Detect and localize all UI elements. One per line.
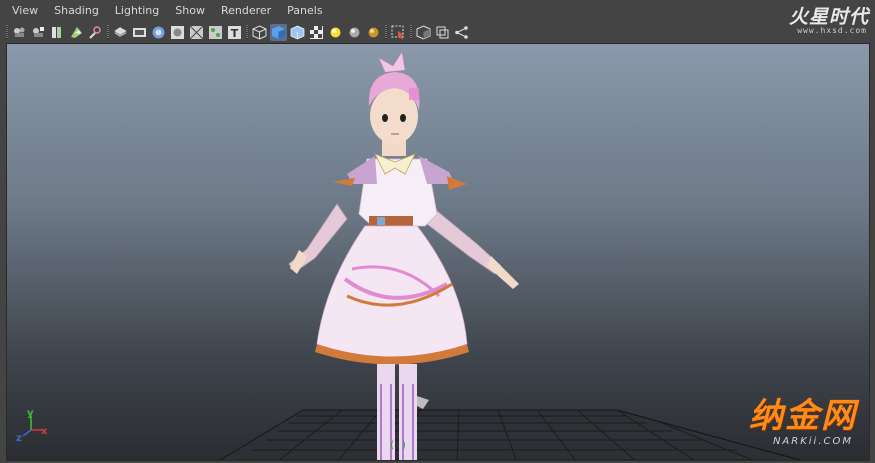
wireframe-icon[interactable] bbox=[251, 24, 268, 41]
toolbar-separator bbox=[244, 24, 250, 40]
ambient-occlusion-icon[interactable] bbox=[365, 24, 382, 41]
menu-show[interactable]: Show bbox=[167, 0, 213, 22]
logo-url: www.hxsd.com bbox=[797, 26, 867, 35]
film-gate-icon[interactable] bbox=[131, 24, 148, 41]
site-logo: 火星时代 www.hxsd.com bbox=[749, 2, 869, 38]
panel-toolbar: T bbox=[0, 22, 875, 42]
textured-icon[interactable] bbox=[308, 24, 325, 41]
watermark-text: 纳金网 bbox=[749, 396, 857, 436]
axis-label-x: x bbox=[41, 426, 48, 437]
hud-text: ( ) bbox=[389, 440, 408, 451]
svg-text:T: T bbox=[231, 27, 239, 40]
panel-menubar: View Shading Lighting Show Renderer Pane… bbox=[0, 0, 875, 22]
image-plane-icon[interactable] bbox=[68, 24, 85, 41]
menu-panels[interactable]: Panels bbox=[279, 0, 330, 22]
toolbar-separator bbox=[4, 24, 10, 40]
toolbar-separator bbox=[105, 24, 111, 40]
xray-icon[interactable] bbox=[415, 24, 432, 41]
xray-joints-icon[interactable] bbox=[434, 24, 451, 41]
maya-viewport-window: View Shading Lighting Show Renderer Pane… bbox=[0, 0, 875, 463]
camera-select-icon[interactable] bbox=[11, 24, 28, 41]
menu-view[interactable]: View bbox=[0, 0, 46, 22]
menu-shading[interactable]: Shading bbox=[46, 0, 107, 22]
safe-title-icon[interactable]: T bbox=[226, 24, 243, 41]
axis-label-z: z bbox=[16, 433, 22, 444]
toolbar-separator bbox=[408, 24, 414, 40]
watermark-url: NARKii.COM bbox=[772, 436, 853, 447]
logo-text: 火星时代 bbox=[788, 6, 869, 28]
grid-icon[interactable] bbox=[112, 24, 129, 41]
perspective-viewport[interactable]: y x z ( ) 纳金网 NARKii.COM bbox=[6, 43, 870, 461]
isolate-select-icon[interactable] bbox=[390, 24, 407, 41]
smooth-shade-icon[interactable] bbox=[270, 23, 287, 41]
backface-culling-icon[interactable] bbox=[453, 24, 470, 41]
two-d-pan-zoom-icon[interactable] bbox=[87, 24, 104, 41]
menu-lighting[interactable]: Lighting bbox=[107, 0, 167, 22]
wireframe-on-shaded-icon[interactable] bbox=[289, 24, 306, 41]
watermark: 纳金网 NARKii.COM bbox=[727, 396, 857, 452]
axis-label-y: y bbox=[27, 408, 34, 419]
gate-mask-icon[interactable] bbox=[169, 24, 186, 41]
character-model bbox=[288, 51, 519, 460]
ground-grid bbox=[219, 409, 802, 460]
shadows-icon[interactable] bbox=[346, 24, 363, 41]
resolution-gate-icon[interactable] bbox=[150, 24, 167, 41]
use-all-lights-icon[interactable] bbox=[327, 24, 344, 41]
menu-renderer[interactable]: Renderer bbox=[213, 0, 279, 22]
toolbar-separator bbox=[383, 24, 389, 40]
safe-action-icon[interactable] bbox=[207, 24, 224, 41]
field-chart-icon[interactable] bbox=[188, 24, 205, 41]
camera-attributes-icon[interactable] bbox=[30, 24, 47, 41]
bookmarks-icon[interactable] bbox=[49, 24, 66, 41]
axis-gizmo bbox=[22, 416, 43, 437]
